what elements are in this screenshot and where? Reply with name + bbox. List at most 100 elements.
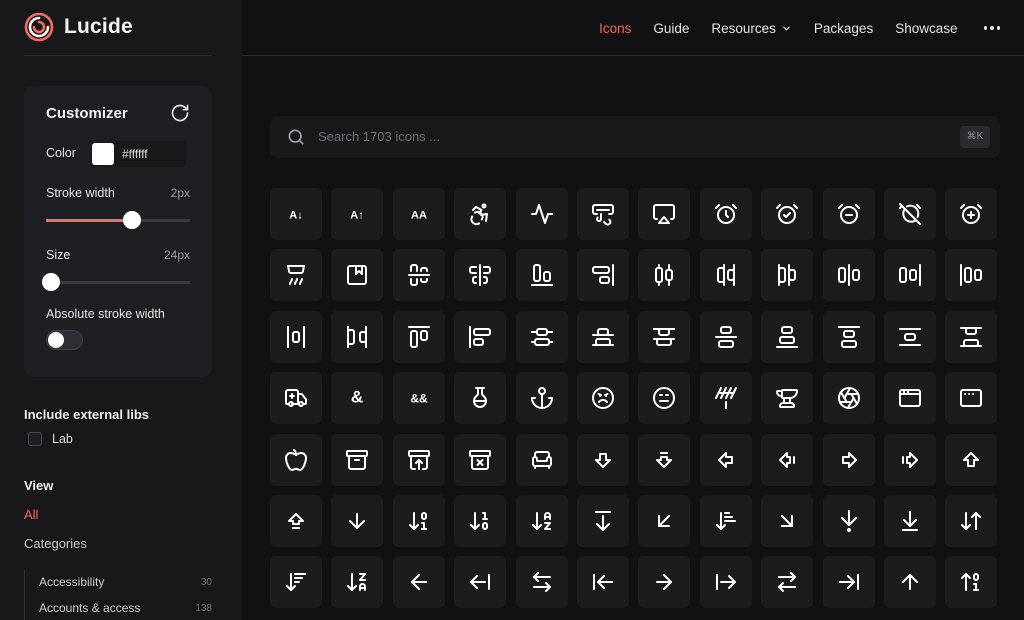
align-vertical-justify-start-cell[interactable] xyxy=(822,310,875,363)
align-horizontal-justify-center-cell[interactable] xyxy=(822,249,875,302)
arrow-left-from-line-cell[interactable] xyxy=(454,556,507,609)
aperture-cell[interactable] xyxy=(822,372,875,425)
angry-cell[interactable] xyxy=(577,372,629,425)
apple-cell[interactable] xyxy=(270,433,322,486)
armchair-cell[interactable] xyxy=(515,433,568,486)
nav-resources[interactable]: Resources xyxy=(711,21,792,36)
amphora-cell[interactable] xyxy=(454,372,507,425)
align-vertical-distribute-start-cell[interactable] xyxy=(638,310,691,363)
annoyed-cell[interactable] xyxy=(638,372,691,425)
alarm-clock-plus-cell[interactable] xyxy=(945,188,998,240)
arrow-down-0-1-cell[interactable] xyxy=(392,495,445,547)
air-vent-cell[interactable] xyxy=(577,188,629,240)
app-window-cell[interactable] xyxy=(884,372,936,425)
alarm-clock-check-cell[interactable] xyxy=(761,188,814,240)
arrow-down-z-a-cell[interactable] xyxy=(331,556,384,609)
align-horizontal-justify-start-cell[interactable] xyxy=(945,249,998,302)
category-accessibility[interactable]: Accessibility xyxy=(39,575,104,589)
arrow-down-to-line-cell[interactable] xyxy=(884,495,936,547)
search-input[interactable]: Search 1703 icons ... xyxy=(318,129,440,144)
album-cell[interactable] xyxy=(331,249,384,302)
nav-showcase[interactable]: Showcase xyxy=(895,21,957,36)
align-vertical-distribute-end-cell[interactable] xyxy=(577,310,629,363)
arrow-right-to-line-cell[interactable] xyxy=(822,556,875,609)
arrow-big-right-dash-cell[interactable] xyxy=(884,433,936,486)
alarm-clock-cell[interactable] xyxy=(699,188,752,240)
align-start-vertical-cell[interactable] xyxy=(454,310,507,363)
category-accounts-access[interactable]: Accounts & access xyxy=(39,601,140,615)
ambulance-cell[interactable] xyxy=(270,372,322,425)
nav-icons[interactable]: Icons xyxy=(599,21,631,36)
arrow-right-from-line-cell[interactable] xyxy=(699,556,752,609)
color-picker[interactable]: #ffffff xyxy=(90,141,186,167)
search-bar[interactable]: Search 1703 icons ... ⌘K xyxy=(270,116,1000,158)
arrow-down-from-line-cell[interactable] xyxy=(577,495,629,547)
view-all-link[interactable]: All xyxy=(24,507,38,522)
align-vertical-space-between-cell[interactable] xyxy=(945,310,998,363)
align-horizontal-space-around-cell[interactable] xyxy=(270,310,322,363)
arrow-big-right-cell[interactable] xyxy=(822,433,875,486)
arrow-up-cell[interactable] xyxy=(884,556,936,609)
alarm-smoke-cell[interactable] xyxy=(270,249,322,302)
size-thumb[interactable] xyxy=(42,273,60,291)
arrow-down-1-0-cell[interactable] xyxy=(454,495,507,547)
size-slider[interactable] xyxy=(42,273,190,291)
align-horizontal-justify-end-cell[interactable] xyxy=(884,249,936,302)
arrow-big-down-cell[interactable] xyxy=(577,433,629,486)
archive-cell[interactable] xyxy=(331,433,384,486)
stroke-width-thumb[interactable] xyxy=(123,211,142,229)
archive-x-cell[interactable] xyxy=(454,433,507,486)
arrow-down-left-cell[interactable] xyxy=(638,495,691,547)
nav-guide[interactable]: Guide xyxy=(653,21,689,36)
stroke-width-slider[interactable] xyxy=(46,211,190,229)
more-icon[interactable] xyxy=(983,26,1000,30)
arrow-down-wide-narrow-cell[interactable] xyxy=(270,556,322,609)
arrow-down-right-cell[interactable] xyxy=(761,495,814,547)
a-arrow-down-cell[interactable]: A↓ xyxy=(270,188,322,240)
airplay-cell[interactable] xyxy=(638,188,691,240)
anvil-cell[interactable] xyxy=(761,372,814,425)
reset-icon[interactable] xyxy=(170,103,190,123)
arrow-up-0-1-cell[interactable] xyxy=(945,556,998,609)
arrow-big-up-cell[interactable] xyxy=(945,433,998,486)
align-end-vertical-cell[interactable] xyxy=(577,249,629,302)
align-horizontal-distribute-end-cell[interactable] xyxy=(699,249,752,302)
align-vertical-justify-center-cell[interactable] xyxy=(699,310,752,363)
accessibility-cell[interactable] xyxy=(454,188,507,240)
lab-checkbox-label[interactable]: Lab xyxy=(52,432,73,446)
arrow-down-narrow-wide-cell[interactable] xyxy=(699,495,752,547)
align-end-horizontal-cell[interactable] xyxy=(515,249,568,302)
arrow-left-right-cell[interactable] xyxy=(515,556,568,609)
align-horizontal-distribute-center-cell[interactable] xyxy=(638,249,691,302)
alarm-clock-off-cell[interactable] xyxy=(884,188,936,240)
arrow-down-to-dot-cell[interactable] xyxy=(822,495,875,547)
a-arrow-up-cell[interactable]: A↑ xyxy=(331,188,384,240)
arrow-right-left-cell[interactable] xyxy=(761,556,814,609)
align-vertical-space-around-cell[interactable] xyxy=(884,310,936,363)
align-horizontal-distribute-start-cell[interactable] xyxy=(761,249,814,302)
align-center-vertical-cell[interactable] xyxy=(454,249,507,302)
arrow-big-down-dash-cell[interactable] xyxy=(638,433,691,486)
a-large-small-cell[interactable]: AA xyxy=(392,188,445,240)
anchor-cell[interactable] xyxy=(515,372,568,425)
arrow-down-a-z-cell[interactable] xyxy=(515,495,568,547)
arrow-big-up-dash-cell[interactable] xyxy=(270,495,322,547)
arrow-big-left-cell[interactable] xyxy=(699,433,752,486)
arrow-right-cell[interactable] xyxy=(638,556,691,609)
app-window-mac-cell[interactable] xyxy=(945,372,998,425)
arrow-left-to-line-cell[interactable] xyxy=(577,556,629,609)
align-vertical-justify-end-cell[interactable] xyxy=(761,310,814,363)
activity-cell[interactable] xyxy=(515,188,568,240)
absolute-stroke-toggle[interactable] xyxy=(46,330,83,350)
nav-packages[interactable]: Packages xyxy=(814,21,873,36)
antenna-cell[interactable] xyxy=(699,372,752,425)
alarm-clock-minus-cell[interactable] xyxy=(822,188,875,240)
lab-checkbox[interactable] xyxy=(28,432,42,446)
arrow-down-up-cell[interactable] xyxy=(945,495,998,547)
ampersands-cell[interactable]: && xyxy=(392,372,445,425)
color-swatch[interactable] xyxy=(92,143,114,165)
color-value[interactable]: #ffffff xyxy=(122,147,148,161)
ampersand-cell[interactable]: & xyxy=(331,372,384,425)
align-vertical-distribute-center-cell[interactable] xyxy=(515,310,568,363)
align-center-horizontal-cell[interactable] xyxy=(392,249,445,302)
